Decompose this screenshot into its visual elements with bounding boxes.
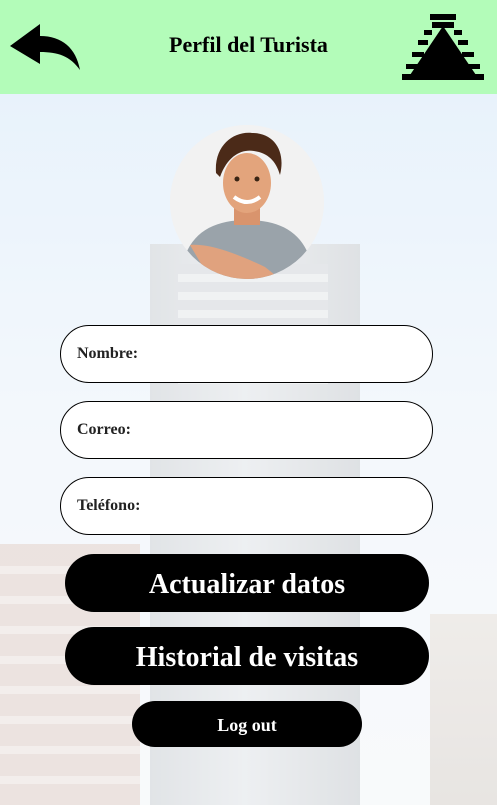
phone-input[interactable] (161, 488, 415, 526)
profile-avatar[interactable] (170, 125, 324, 279)
phone-field[interactable]: Teléfono: (60, 477, 433, 535)
user-photo (170, 125, 324, 279)
visit-history-button[interactable]: Historial de visitas (65, 627, 429, 685)
email-input[interactable] (161, 412, 415, 450)
name-input[interactable] (161, 336, 415, 374)
name-field[interactable]: Nombre: (60, 325, 433, 383)
logout-button[interactable]: Log out (132, 701, 362, 747)
update-data-button[interactable]: Actualizar datos (65, 554, 429, 612)
pyramid-logo-icon (402, 12, 484, 80)
name-label: Nombre: (77, 345, 139, 362)
phone-label: Teléfono: (77, 497, 141, 514)
email-label: Correo: (77, 421, 131, 438)
app-header: Perfil del Turista (0, 0, 497, 94)
email-field[interactable]: Correo: (60, 401, 433, 459)
